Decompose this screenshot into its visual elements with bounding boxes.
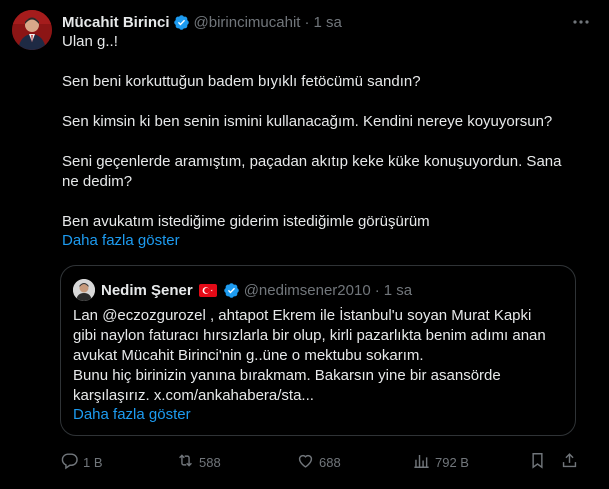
tweet-time[interactable]: 1 sa	[313, 14, 341, 31]
author-name[interactable]: Mücahit Birinci	[62, 14, 170, 31]
views-count: 792 B	[435, 454, 469, 470]
quoted-line: gibi naylon faturacı hırsızlarla bir olu…	[73, 327, 546, 344]
like-button[interactable]: 688	[296, 450, 341, 474]
bookmark-button[interactable]	[528, 450, 551, 474]
author-handle[interactable]: @birincimucahit	[194, 14, 301, 31]
repost-button[interactable]: 588	[176, 450, 221, 474]
tweet-line: Seni geçenlerde aramıştım, paçadan akıtı…	[62, 153, 562, 170]
reply-count: 1 B	[83, 454, 103, 470]
like-count: 688	[319, 454, 341, 470]
quoted-author-name[interactable]: Nedim Şener	[101, 282, 193, 299]
quoted-text: Lan @eczozgurozel , ahtapot Ekrem ile İs…	[73, 306, 563, 406]
tweet: Mücahit Birinci @birincimucahit · 1 sa U…	[0, 0, 609, 489]
views-button[interactable]: 792 B	[412, 450, 469, 474]
bookmark-icon	[528, 451, 551, 473]
share-icon	[560, 451, 583, 473]
tweet-line: Sen kimsin ki ben senin ismini kullanaca…	[62, 113, 553, 130]
author-avatar[interactable]	[12, 10, 52, 50]
verified-badge-icon[interactable]	[173, 14, 190, 31]
views-chart-icon	[412, 451, 435, 473]
quoted-line: Bunu hiç birinizin yanına bırakmam. Baka…	[73, 367, 501, 384]
quoted-line: Lan @eczozgurozel , ahtapot Ekrem ile İs…	[73, 307, 532, 324]
quoted-line: karşılaşırız. x.com/ankahabera/sta...	[73, 387, 314, 404]
separator-dot: ·	[304, 13, 310, 31]
quoted-header: Nedim Şener @nedimsener2010 · 1 sa	[101, 280, 412, 300]
quoted-author-avatar	[73, 279, 95, 301]
repost-icon	[176, 451, 199, 473]
quoted-author-handle: @nedimsener2010	[243, 281, 371, 299]
repost-count: 588	[199, 454, 221, 470]
separator-dot: ·	[374, 281, 380, 299]
quoted-line: avukat Mücahit Birinci'nin g..üne o mekt…	[73, 347, 424, 364]
tweet-line: Sen beni korkuttuğun badem bıyıklı fetöc…	[62, 73, 421, 90]
action-bar: 1 B 588 688 792 B	[60, 450, 580, 474]
tweet-text: Ulan g..! Sen beni korkuttuğun badem bıy…	[62, 32, 582, 232]
heart-icon	[296, 451, 319, 473]
more-dots-icon[interactable]	[571, 12, 591, 32]
show-more-link[interactable]: Daha fazla göster	[62, 232, 180, 249]
reply-icon	[60, 451, 83, 473]
tweet-line: Ben avukatım istediğime giderim istediği…	[62, 213, 430, 230]
quoted-time: 1 sa	[383, 281, 413, 299]
verified-badge-icon[interactable]	[223, 282, 240, 299]
share-button[interactable]	[560, 450, 583, 474]
reply-button[interactable]: 1 B	[60, 450, 103, 474]
tweet-line: ne dedim?	[62, 173, 133, 190]
quoted-show-more-link[interactable]: Daha fazla göster	[73, 406, 191, 423]
tweet-line: Ulan g..!	[62, 33, 118, 50]
tweet-header: Mücahit Birinci @birincimucahit · 1 sa	[62, 12, 342, 32]
turkey-flag-icon	[198, 283, 217, 297]
quoted-tweet[interactable]: Nedim Şener @nedimsener2010 · 1 sa Lan @…	[60, 265, 576, 436]
